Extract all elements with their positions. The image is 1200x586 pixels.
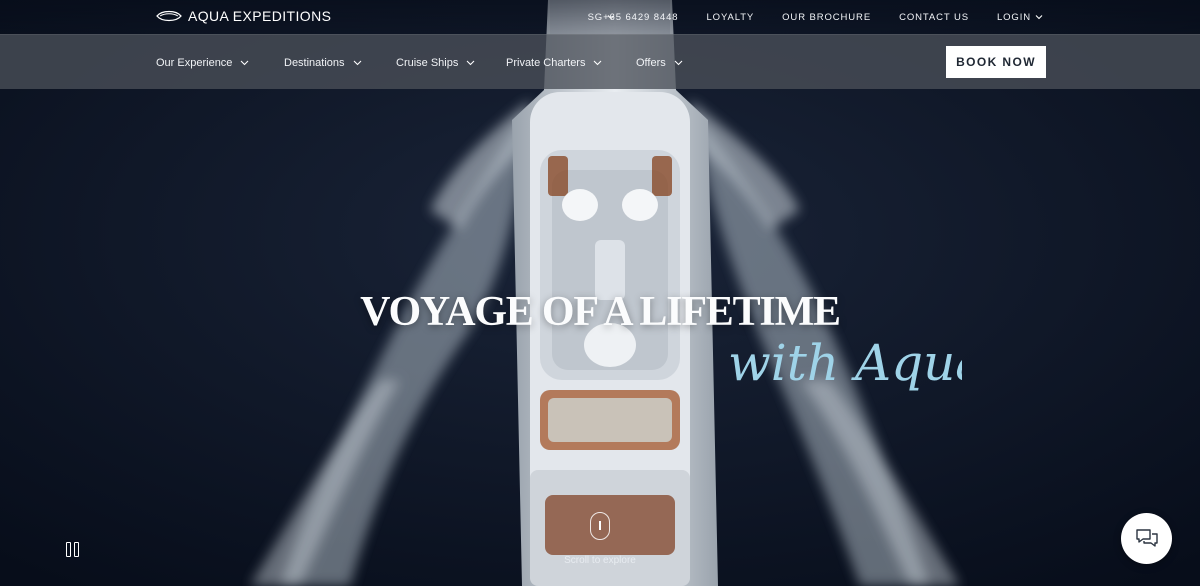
scroll-down-indicator[interactable] xyxy=(590,512,610,540)
loyalty-label: LOYALTY xyxy=(706,11,755,23)
phone-link[interactable]: +65 6429 8448 xyxy=(603,12,678,23)
region-label: SG xyxy=(587,11,604,23)
nav-item-label: Offers xyxy=(636,56,666,69)
scroll-label: Scroll to explore xyxy=(564,555,636,566)
nav-item-label: Our Experience xyxy=(156,56,233,69)
loyalty-link[interactable]: LOYALTY xyxy=(706,12,754,23)
brochure-label: OUR BROCHURE xyxy=(782,11,872,23)
chevron-down-icon xyxy=(353,60,361,65)
nav-item-label: Destinations xyxy=(284,56,345,69)
brand-name: AQUA EXPEDITIONS xyxy=(188,8,332,24)
chat-button[interactable] xyxy=(1121,513,1172,564)
brochure-link[interactable]: OUR BROCHURE xyxy=(782,12,871,23)
hero-script-tagline: with Aqua xyxy=(728,334,962,392)
nav-item-cruise-ships[interactable]: Cruise Ships xyxy=(396,57,506,69)
nav-item-label: Cruise Ships xyxy=(396,56,459,69)
nav-item-label: Private Charters xyxy=(506,56,586,69)
login-dropdown[interactable]: LOGIN xyxy=(997,12,1043,23)
utility-nav: SG +65 6429 8448 LOYALTY OUR BROCHURE CO… xyxy=(588,10,1043,24)
hero-title: VOYAGE OF A LIFETIME xyxy=(360,289,841,335)
hero-script-text: with Aqua xyxy=(728,334,962,392)
nav-item-our-experience[interactable]: Our Experience xyxy=(156,57,284,69)
main-nav: Our Experience Destinations Cruise Ships… xyxy=(0,34,1200,89)
contact-label: CONTACT US xyxy=(899,11,969,23)
wave-eye-icon xyxy=(156,10,182,22)
nav-item-private-charters[interactable]: Private Charters xyxy=(506,57,636,69)
chevron-down-icon xyxy=(594,60,602,65)
book-now-button[interactable]: BOOK NOW xyxy=(946,46,1046,78)
phone-number: +65 6429 8448 xyxy=(603,11,679,23)
chat-bubbles-icon xyxy=(1135,528,1158,547)
nav-item-destinations[interactable]: Destinations xyxy=(284,57,396,69)
contact-link[interactable]: CONTACT US xyxy=(899,12,969,23)
chevron-down-icon xyxy=(1035,15,1043,20)
top-utility-bar: AQUA EXPEDITIONS SG +65 6429 8448 LOYALT… xyxy=(0,0,1200,34)
brand-logo[interactable]: AQUA EXPEDITIONS xyxy=(156,7,331,25)
nav-item-offers[interactable]: Offers xyxy=(636,57,683,69)
chevron-down-icon xyxy=(466,60,475,65)
chevron-down-icon xyxy=(241,60,249,65)
login-label: LOGIN xyxy=(996,11,1031,23)
chevron-down-icon xyxy=(674,60,683,65)
